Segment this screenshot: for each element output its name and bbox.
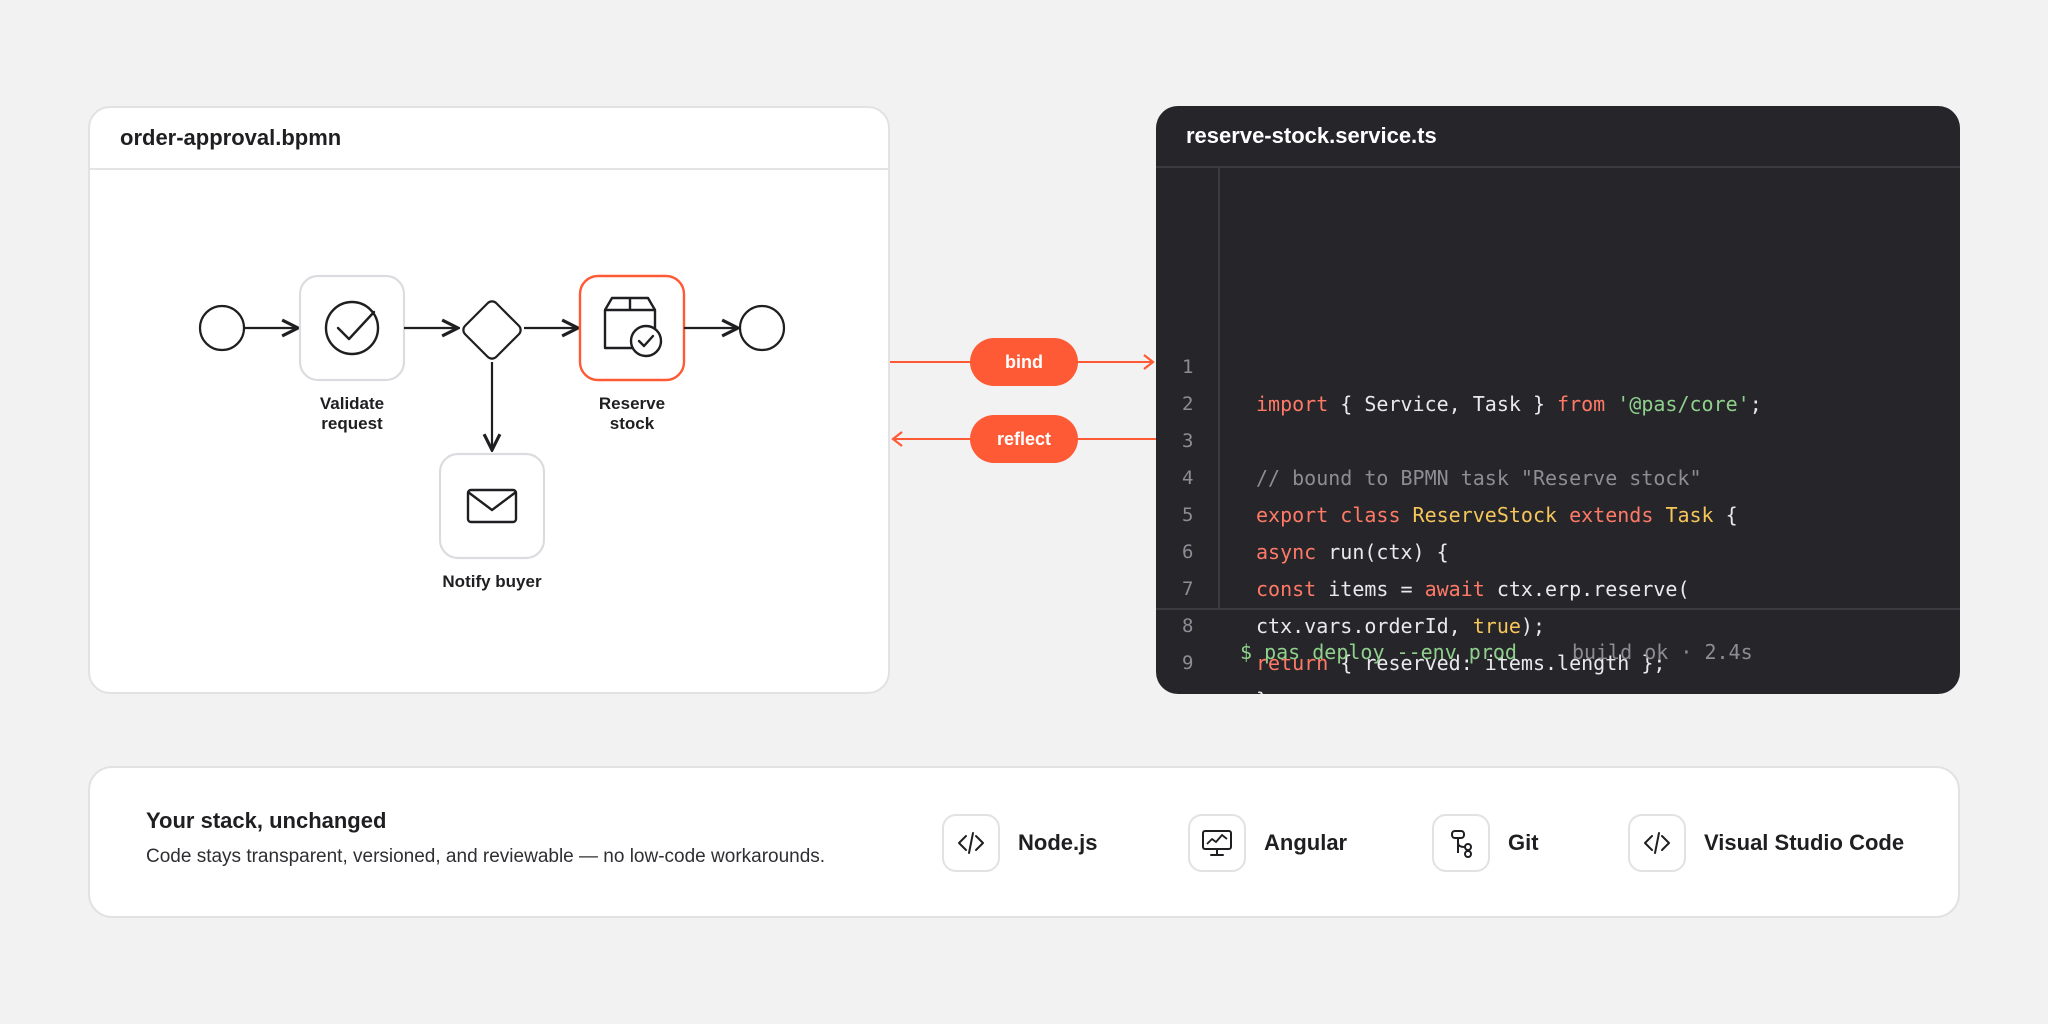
- validate-task-label: Validate request: [319, 394, 385, 433]
- stack-footer-card: Your stack, unchanged Code stays transpa…: [88, 766, 1960, 918]
- footer-title: Your stack, unchanged: [146, 808, 387, 833]
- validate-task[interactable]: [298, 274, 406, 382]
- monitor-chart-icon: [1188, 814, 1246, 872]
- tool-git[interactable]: Git: [1432, 814, 1539, 872]
- notify-task[interactable]: [438, 452, 546, 560]
- tool-angular[interactable]: Angular: [1188, 814, 1347, 872]
- code-line[interactable]: 8 return { reserved: items.length };: [1156, 571, 1665, 675]
- tool-label: Angular: [1264, 830, 1348, 855]
- code-icon: [1628, 814, 1686, 872]
- tool-vscode[interactable]: Visual Studio Code: [1628, 814, 1904, 872]
- code-line[interactable]: 2: [1156, 349, 1204, 415]
- reserve-task-label: Reserve stock: [598, 394, 666, 433]
- reflect-badge: reflect: [970, 415, 1078, 463]
- code-line[interactable]: 1 import { Service, Task } from '@pas/co…: [1156, 312, 1762, 416]
- bpmn-flow-diagram: [198, 274, 786, 560]
- end-event[interactable]: [738, 304, 786, 352]
- tool-label: Visual Studio Code: [1704, 830, 1905, 855]
- code-icon: [942, 814, 1000, 872]
- start-event[interactable]: [198, 304, 246, 352]
- terminal-bar[interactable]: $ pas deploy --env prod build ok · 2.4s: [1156, 608, 1960, 694]
- reserve-task[interactable]: [578, 274, 686, 382]
- code-line[interactable]: 6 const items = await ctx.erp.reserve(: [1156, 497, 1690, 601]
- terminal-result: build ok · 2.4s: [1572, 640, 1753, 664]
- code-line[interactable]: 4 export class ReserveStock extends Task…: [1156, 423, 1738, 527]
- tool-nodejs[interactable]: Node.js: [942, 814, 1097, 872]
- code-line[interactable]: 7 ctx.vars.orderId, true);: [1156, 534, 1545, 638]
- terminal-command: $ pas deploy --env prod: [1240, 640, 1517, 664]
- notify-task-label: Notify buyer: [442, 572, 542, 591]
- footer-subtitle: Code stays transparent, versioned, and r…: [146, 846, 826, 867]
- tool-label: Git: [1508, 830, 1539, 855]
- editor-file-title: reserve-stock.service.ts: [1156, 106, 1960, 168]
- git-branch-icon: [1432, 814, 1490, 872]
- code-editor-panel: reserve-stock.service.ts 1 import { Serv…: [1156, 106, 1960, 694]
- bind-badge: bind: [970, 338, 1078, 386]
- tool-label: Node.js: [1018, 830, 1098, 855]
- exclusive-gateway[interactable]: [461, 299, 523, 361]
- code-line[interactable]: 3 // bound to BPMN task "Reserve stock": [1156, 386, 1702, 490]
- code-line[interactable]: 5 async run(ctx) {: [1156, 460, 1449, 564]
- bpmn-diagram-panel: order-approval.bpmn Validate request Res…: [88, 106, 890, 694]
